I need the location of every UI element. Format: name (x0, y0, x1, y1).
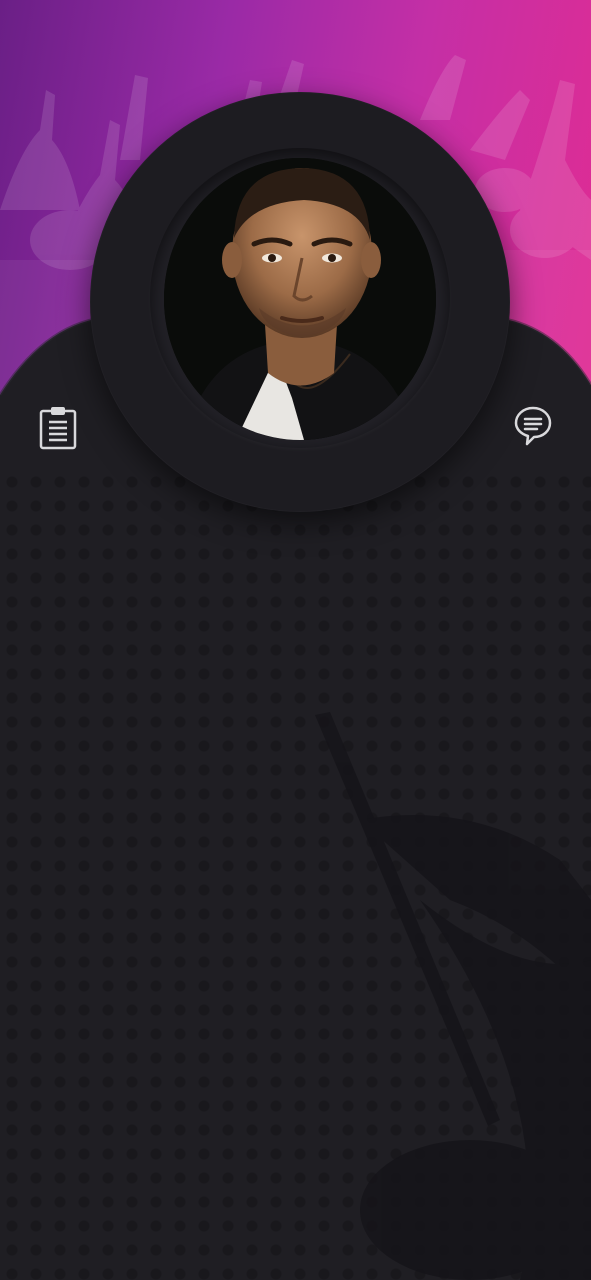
clipboard-button[interactable] (36, 406, 80, 450)
chat-button[interactable] (511, 404, 555, 448)
clipboard-list-icon (39, 407, 77, 450)
artist-avatar[interactable] (164, 158, 436, 440)
chat-bubble-icon (514, 406, 552, 446)
artist-portrait-photo (164, 158, 436, 440)
app-screen (0, 0, 591, 1280)
